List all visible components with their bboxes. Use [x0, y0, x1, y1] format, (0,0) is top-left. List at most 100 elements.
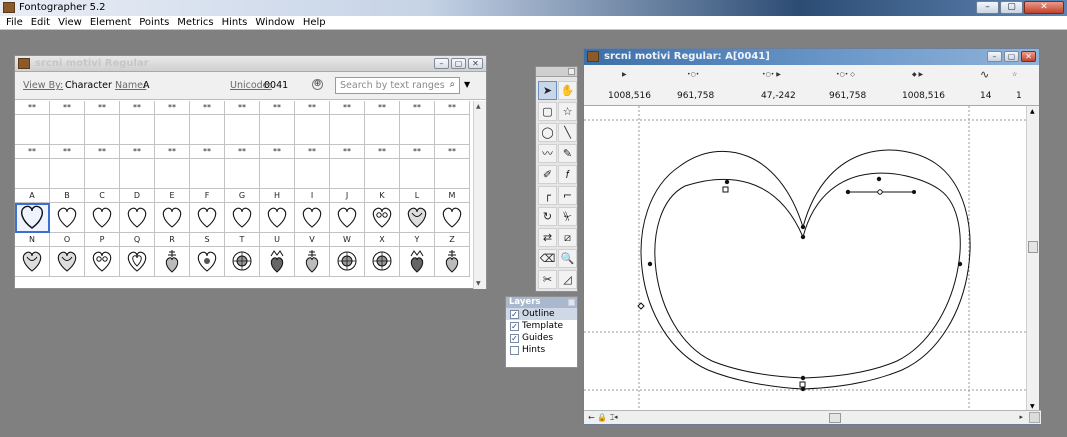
glyph-cell-empty[interactable]	[295, 115, 330, 145]
glyph-cell-empty[interactable]	[85, 159, 120, 189]
glyph-cell-M[interactable]	[435, 203, 470, 233]
glyph-cell-empty[interactable]	[85, 115, 120, 145]
glyph-window-maximize-button[interactable]: ▢	[1004, 51, 1019, 62]
glyph-window-titlebar[interactable]: srcni motivi Regular: A[0041] – ▢ ✕	[584, 49, 1039, 65]
menu-edit[interactable]: Edit	[28, 16, 55, 29]
start-point-marker[interactable]	[799, 381, 806, 388]
glyph-cell-empty[interactable]	[435, 159, 470, 189]
layer-template-checkbox[interactable]: ✓	[510, 321, 519, 331]
anchor-point[interactable]	[876, 176, 882, 182]
knife-tool-icon[interactable]: ✂	[538, 270, 557, 289]
glyph-cell-empty[interactable]	[15, 115, 50, 145]
font-window-close-button[interactable]: ✕	[468, 58, 483, 69]
layers-header[interactable]: Layers	[506, 297, 577, 308]
glyph-canvas[interactable]	[584, 106, 1028, 412]
add-icon[interactable]: ⊕	[312, 79, 323, 90]
glyph-cell-P[interactable]	[85, 247, 120, 277]
close-button[interactable]: ✕	[1024, 1, 1064, 14]
glyph-cell-J[interactable]	[330, 203, 365, 233]
glyph-cell-empty[interactable]	[400, 115, 435, 145]
glyph-cell-K[interactable]	[365, 203, 400, 233]
glyph-cell-Y[interactable]	[400, 247, 435, 277]
glyph-cell-empty[interactable]	[330, 115, 365, 145]
glyph-window-scrollbar[interactable]: ▲ ▼	[1026, 106, 1039, 412]
glyph-window-minimize-button[interactable]: –	[987, 51, 1002, 62]
anchor-point[interactable]	[724, 179, 730, 185]
layer-outline[interactable]: ✓ Outline	[506, 308, 577, 320]
glyph-cell-empty[interactable]	[50, 159, 85, 189]
glyph-cell-empty[interactable]	[295, 159, 330, 189]
glyph-cell-D[interactable]	[120, 203, 155, 233]
search-icon[interactable]: ⌕	[450, 79, 455, 90]
font-window-minimize-button[interactable]: –	[434, 58, 449, 69]
glyph-window-close-button[interactable]: ✕	[1021, 51, 1036, 62]
tangent-point-tool-icon[interactable]: ⌐	[558, 186, 577, 205]
anchor-point[interactable]	[800, 375, 806, 381]
glyph-cell-empty[interactable]	[365, 115, 400, 145]
rectangle-tool-icon[interactable]: ▢	[538, 102, 557, 121]
name-label[interactable]: Name:	[115, 80, 146, 91]
corner-point-tool-icon[interactable]: ┌	[538, 186, 557, 205]
heart-inner-contour[interactable]	[654, 172, 961, 379]
hand-tool-icon[interactable]: ✋	[558, 81, 577, 100]
scroll-thumb[interactable]	[1028, 241, 1038, 253]
layers-close-icon[interactable]	[568, 299, 575, 306]
glyph-cell-empty[interactable]	[365, 159, 400, 189]
tool-palette-header[interactable]	[536, 67, 577, 77]
selected-point[interactable]	[877, 189, 883, 195]
skew-tool-icon[interactable]: ⧄	[558, 228, 577, 247]
menu-hints[interactable]: Hints	[219, 16, 253, 29]
menu-metrics[interactable]: Metrics	[174, 16, 218, 29]
anchor-point[interactable]	[800, 224, 806, 230]
minimize-button[interactable]: –	[976, 1, 999, 14]
scroll-up-icon[interactable]: ▲	[476, 103, 481, 110]
search-input[interactable]: Search by text ranges ⌕	[335, 77, 460, 94]
glyph-cell-empty[interactable]	[120, 159, 155, 189]
glyph-cell-empty[interactable]	[260, 115, 295, 145]
ellipse-tool-icon[interactable]: ◯	[538, 123, 557, 142]
zoom-tool-icon[interactable]: 🔍	[558, 249, 577, 268]
scroll-up-icon[interactable]: ▲	[1030, 108, 1035, 115]
glyph-cell-H[interactable]	[260, 203, 295, 233]
pointer-tool-icon[interactable]: ➤	[538, 81, 557, 100]
bezier-handle-point[interactable]	[912, 190, 916, 194]
scroll-right-icon[interactable]: ▸	[1019, 411, 1023, 424]
glyph-cell-A[interactable]	[15, 203, 50, 233]
glyph-cell-O[interactable]	[50, 247, 85, 277]
heart-outer-contour[interactable]	[640, 149, 971, 390]
curve-point-tool-icon[interactable]: ✐	[538, 165, 557, 184]
glyph-cell-U[interactable]	[260, 247, 295, 277]
line-tool-icon[interactable]: ╲	[558, 123, 577, 142]
glyph-cell-N[interactable]	[15, 247, 50, 277]
glyph-cell-empty[interactable]	[190, 115, 225, 145]
maximize-button[interactable]: ▢	[1000, 1, 1023, 14]
layer-guides-checkbox[interactable]: ✓	[510, 333, 519, 343]
glyph-cell-empty[interactable]	[155, 115, 190, 145]
glyph-cell-Z[interactable]	[435, 247, 470, 277]
scale-tool-icon[interactable]: ⏧	[558, 207, 577, 226]
layer-outline-checkbox[interactable]: ✓	[510, 309, 519, 319]
scroll-left-icon[interactable]: ◂	[614, 411, 618, 424]
glyph-cell-empty[interactable]	[330, 159, 365, 189]
flip-tool-icon[interactable]: ⇄	[538, 228, 557, 247]
horizontal-scroll-thumb[interactable]	[829, 413, 841, 423]
glyph-cell-empty[interactable]	[120, 115, 155, 145]
resize-grip-icon[interactable]	[1029, 412, 1040, 423]
layer-template[interactable]: ✓ Template	[506, 320, 577, 332]
scroll-down-icon[interactable]: ▼	[1030, 403, 1035, 410]
glyph-cell-empty[interactable]	[435, 115, 470, 145]
menu-file[interactable]: File	[3, 16, 28, 29]
glyph-cell-R[interactable]	[155, 247, 190, 277]
glyph-cell-G[interactable]	[225, 203, 260, 233]
calligraphy-tool-icon[interactable]: 𝑓	[558, 165, 577, 184]
glyph-cell-C[interactable]	[85, 203, 120, 233]
glyph-cell-W[interactable]	[330, 247, 365, 277]
view-by-label[interactable]: View By:	[23, 80, 63, 91]
layer-hints[interactable]: Hints	[506, 344, 577, 356]
measure-tool-icon[interactable]: ◿	[558, 270, 577, 289]
menu-view[interactable]: View	[55, 16, 87, 29]
eraser-tool-icon[interactable]: ⌫	[538, 249, 557, 268]
star-tool-icon[interactable]: ☆	[558, 102, 577, 121]
glyph-cell-empty[interactable]	[225, 115, 260, 145]
glyph-cell-empty[interactable]	[155, 159, 190, 189]
